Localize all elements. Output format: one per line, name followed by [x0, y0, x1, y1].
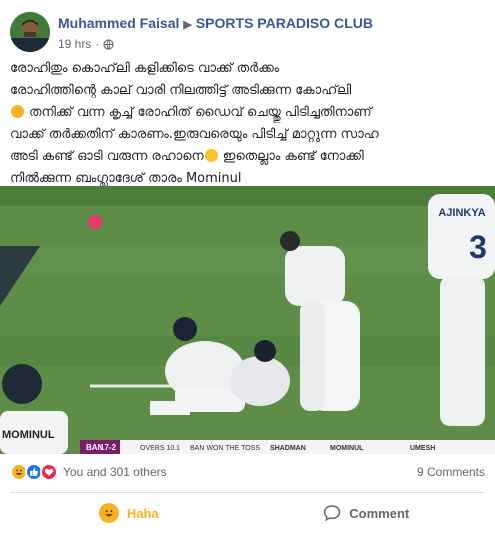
post-text-line: രോഹിതും കൊഹ്‌ലി കളിക്കിടെ വാക്ക് തർക്കം: [10, 61, 280, 76]
author-line: Muhammed Faisal ▶ SPORTS PARADISO CLUB: [58, 15, 373, 31]
post-photo[interactable]: AJINKYA 3 MOMINUL BAN 17-2 OVERS 10.1 BA…: [0, 186, 495, 454]
sad-emoji-icon: [11, 105, 24, 118]
haha-button[interactable]: Haha: [10, 496, 248, 530]
audience-globe-icon[interactable]: [103, 38, 114, 50]
haha-label: Haha: [126, 505, 159, 521]
love-reaction-icon: [40, 463, 58, 481]
share-arrow-icon: ▶: [183, 19, 192, 31]
stats-divider: [10, 492, 485, 493]
smile-emoji-icon: [204, 149, 218, 162]
meta-separator: ·: [95, 37, 100, 51]
post-text-line: രോഹിത്തിന്റെ കാല് വാരി നിലത്തിട്ട് അടിക്…: [10, 83, 352, 98]
reaction-count[interactable]: You and 301 others: [63, 465, 167, 479]
group-name[interactable]: SPORTS PARADISO CLUB: [196, 15, 373, 31]
score-toss: BAN WON THE TOSS: [190, 445, 260, 452]
score-overs: OVERS 10.1: [140, 445, 180, 452]
comment-button[interactable]: Comment: [248, 496, 486, 530]
post-text-line: തനിക്ക് വന്ന കൃച്ച് രോഹിത് ഡൈവ് ചെയ്തു പ…: [29, 105, 372, 120]
post-text-line: അടി കണ്ട് ഓടി വരുന്ന രഹാനെ: [10, 149, 204, 164]
cricket-ball-icon: [88, 215, 102, 229]
scorebar: BAN 17-2 OVERS 10.1 BAN WON THE TOSS SHA…: [80, 440, 495, 454]
score-batter1: SHADMAN: [270, 445, 306, 452]
score-value: 17-2: [100, 443, 117, 452]
comment-icon: [324, 505, 341, 522]
score-batter2: MOMINUL: [330, 445, 364, 452]
score-bowler: UMESH: [410, 445, 435, 452]
cap-text: MOMINUL: [2, 429, 55, 441]
reaction-summary[interactable]: You and 301 others: [10, 463, 167, 481]
post-header: Muhammed Faisal ▶ SPORTS PARADISO CLUB 19 …: [10, 10, 485, 54]
post-actions: Haha Comment: [10, 496, 485, 530]
post-text-line-wrap: അടി കണ്ട് ഓടി വരുന്ന രഹാനെ ഇതെല്ലാം കണ്ട…: [10, 146, 480, 168]
post-time[interactable]: 19 hrs: [58, 37, 91, 51]
jersey-name: AJINKYA: [438, 207, 485, 219]
post-text-line: ഇതെല്ലാം കണ്ട് നോക്കി: [222, 149, 364, 164]
post-text-line: വാക്ക് തർക്കതിന് കാരണം.ഇരുവരെയും പിടിച്ച…: [10, 127, 379, 142]
comment-label: Comment: [349, 505, 410, 521]
post-stats: You and 301 others 9 Comments: [10, 460, 485, 484]
post-text-line-wrap: തനിക്ക് വന്ന കൃച്ച് രോഹിത് ഡൈവ് ചെയ്തു പ…: [10, 102, 480, 124]
author-name[interactable]: Muhammed Faisal: [58, 15, 179, 31]
jersey-number: 3: [469, 229, 487, 265]
post-text: രോഹിതും കൊഹ്‌ലി കളിക്കിടെ വാക്ക് തർക്കം …: [10, 58, 480, 190]
haha-icon: [98, 503, 119, 523]
post-card: Muhammed Faisal ▶ SPORTS PARADISO CLUB 19 …: [0, 0, 495, 534]
post-meta: 19 hrs ·: [58, 37, 114, 51]
comment-count[interactable]: 9 Comments: [417, 465, 485, 479]
author-avatar[interactable]: [10, 12, 50, 52]
